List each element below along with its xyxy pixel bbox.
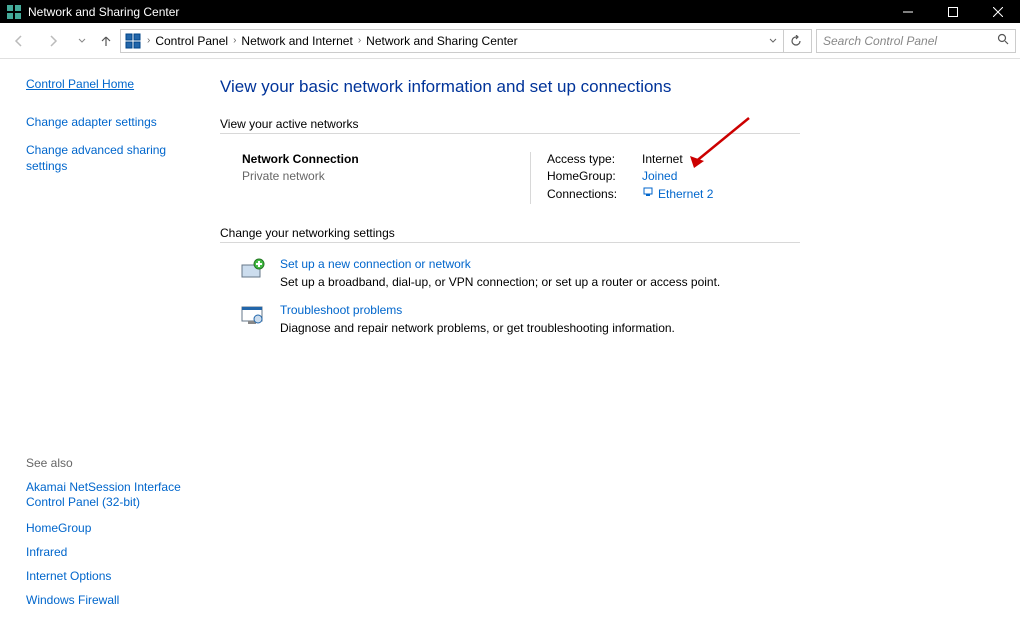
see-also-link[interactable]: Infrared: [26, 545, 190, 559]
see-also-header: See also: [26, 456, 190, 470]
titlebar: Network and Sharing Center: [0, 0, 1020, 23]
access-type-label: Access type:: [547, 152, 642, 166]
setup-connection-icon: [240, 257, 266, 283]
sidebar: Control Panel Home Change adapter settin…: [0, 59, 200, 627]
minimize-button[interactable]: [885, 0, 930, 23]
divider: [220, 133, 800, 134]
network-center-icon: [125, 33, 141, 49]
titlebar-title: Network and Sharing Center: [28, 5, 885, 19]
homegroup-link[interactable]: Joined: [642, 169, 677, 183]
see-also-link[interactable]: Windows Firewall: [26, 593, 190, 607]
up-button[interactable]: [96, 27, 116, 55]
see-also-link[interactable]: HomeGroup: [26, 521, 190, 535]
divider: [220, 242, 800, 243]
back-button[interactable]: [4, 27, 34, 55]
see-also-link[interactable]: Akamai NetSession Interface Control Pane…: [26, 480, 190, 511]
connection-link[interactable]: Ethernet 2: [658, 187, 713, 201]
network-type: Private network: [242, 169, 530, 183]
troubleshoot-desc: Diagnose and repair network problems, or…: [280, 321, 675, 335]
address-box[interactable]: › Control Panel › Network and Internet ›…: [120, 29, 812, 53]
search-icon[interactable]: [997, 33, 1009, 48]
change-sharing-link[interactable]: Change advanced sharing settings: [26, 143, 190, 174]
chevron-right-icon[interactable]: ›: [145, 35, 152, 46]
troubleshoot-link[interactable]: Troubleshoot problems: [280, 303, 402, 317]
active-networks-header: View your active networks: [220, 117, 1020, 131]
refresh-button[interactable]: [783, 30, 807, 52]
breadcrumb-seg-1[interactable]: Control Panel: [152, 34, 231, 48]
homegroup-label: HomeGroup:: [547, 169, 642, 183]
breadcrumb-seg-2[interactable]: Network and Internet: [238, 34, 355, 48]
addressbar: › Control Panel › Network and Internet ›…: [0, 23, 1020, 59]
access-type-value: Internet: [642, 152, 683, 166]
ethernet-icon: [642, 186, 654, 201]
control-panel-home-link[interactable]: Control Panel Home: [26, 77, 190, 91]
chevron-right-icon[interactable]: ›: [356, 35, 363, 46]
close-button[interactable]: [975, 0, 1020, 23]
see-also-link[interactable]: Internet Options: [26, 569, 190, 583]
main-area: View your basic network information and …: [200, 59, 1020, 627]
page-heading: View your basic network information and …: [220, 77, 1020, 97]
connections-label: Connections:: [547, 187, 642, 201]
network-name: Network Connection: [242, 152, 530, 166]
change-settings-header: Change your networking settings: [220, 226, 1020, 240]
chevron-right-icon[interactable]: ›: [231, 35, 238, 46]
setup-connection-link[interactable]: Set up a new connection or network: [280, 257, 471, 271]
search-box[interactable]: [816, 29, 1016, 53]
recent-dropdown[interactable]: [72, 27, 92, 55]
search-input[interactable]: [823, 34, 997, 48]
app-icon: [6, 4, 22, 20]
maximize-button[interactable]: [930, 0, 975, 23]
breadcrumb-seg-3[interactable]: Network and Sharing Center: [363, 34, 520, 48]
forward-button[interactable]: [38, 27, 68, 55]
troubleshoot-icon: [240, 303, 266, 329]
setup-connection-desc: Set up a broadband, dial-up, or VPN conn…: [280, 275, 720, 289]
change-adapter-link[interactable]: Change adapter settings: [26, 115, 190, 129]
address-dropdown-icon[interactable]: [763, 34, 783, 48]
